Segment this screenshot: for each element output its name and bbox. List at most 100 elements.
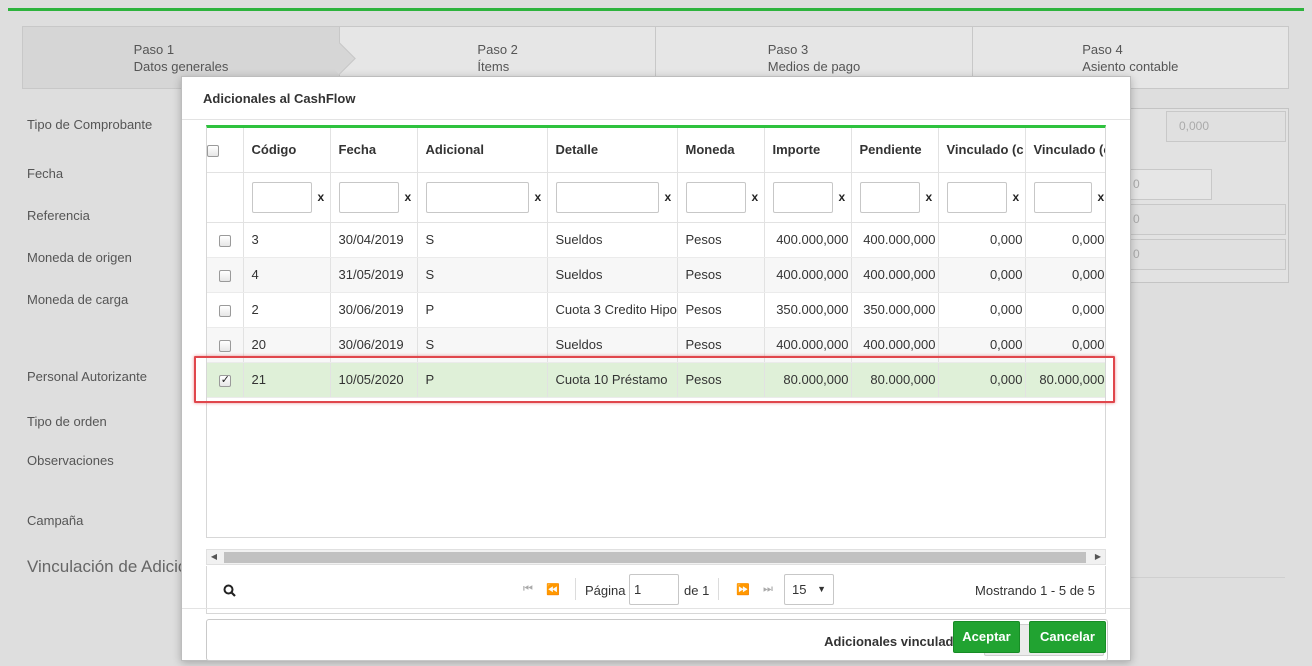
cell-pendiente: 400.000,000: [851, 222, 939, 258]
clear-filter-button[interactable]: x: [1098, 190, 1105, 204]
cell-codigo: 20: [243, 327, 331, 363]
cell-vinculado-2: 0,000: [1025, 292, 1105, 328]
clear-filter-button[interactable]: x: [926, 190, 933, 204]
label-tipo-comprobante: Tipo de Comprobante: [27, 117, 153, 132]
right-input-3[interactable]: 0: [1128, 239, 1286, 270]
column-header-detalle[interactable]: Detalle: [547, 128, 678, 173]
filter-input-adicional[interactable]: [425, 181, 529, 213]
filter-input-pendiente[interactable]: [859, 181, 920, 213]
filter-cell-empty: [207, 172, 244, 223]
table-row[interactable]: 2 30/06/2019 P Cuota 3 Credito Hipotecar…: [207, 292, 1105, 328]
column-header-fecha[interactable]: Fecha: [330, 128, 418, 173]
step-title: Paso 2: [477, 41, 518, 57]
column-header-vinculado-2[interactable]: Vinculado (c: [1025, 128, 1105, 173]
cell-vinculado-1: 0,000: [938, 292, 1026, 328]
filter-cell: x: [764, 172, 852, 223]
table-row-selected[interactable]: 21 10/05/2020 P Cuota 10 Préstamo Pesos …: [207, 362, 1105, 398]
cell-importe: 400.000,000: [764, 222, 852, 258]
clear-filter-button[interactable]: x: [318, 190, 325, 204]
table-row[interactable]: 3 30/04/2019 S Sueldos Pesos 400.000,000…: [207, 222, 1105, 258]
table-row[interactable]: 4 31/05/2019 S Sueldos Pesos 400.000,000…: [207, 257, 1105, 293]
clear-filter-button[interactable]: x: [405, 190, 412, 204]
search-icon[interactable]: [223, 584, 236, 600]
cell-fecha: 30/06/2019: [330, 292, 418, 328]
column-header-codigo[interactable]: Código: [243, 128, 331, 173]
row-checkbox[interactable]: [218, 234, 231, 247]
first-page-icon[interactable]: ⏮: [523, 583, 533, 596]
filter-input-codigo[interactable]: [251, 181, 312, 213]
cell-codigo: 4: [243, 257, 331, 293]
page-number-input[interactable]: 1: [629, 574, 679, 605]
step-subtitle: Asiento contable: [1082, 58, 1179, 74]
row-checkbox[interactable]: [218, 339, 231, 352]
top-accent-line: [8, 8, 1304, 11]
label-personal-autorizante: Personal Autorizante: [27, 369, 147, 384]
cell-vinculado-1: 0,000: [938, 257, 1026, 293]
cancel-button[interactable]: Cancelar: [1029, 621, 1106, 653]
row-checkbox[interactable]: [218, 304, 231, 317]
cell-pendiente: 400.000,000: [851, 327, 939, 363]
page-size-select[interactable]: 15 ▼: [784, 574, 834, 605]
clear-filter-button[interactable]: x: [839, 190, 846, 204]
cell-adicional: P: [417, 292, 548, 328]
clear-filter-button[interactable]: x: [665, 190, 672, 204]
modal-title: Adicionales al CashFlow: [182, 77, 1130, 120]
scrollbar-thumb[interactable]: [224, 552, 1086, 563]
clear-filter-button[interactable]: x: [752, 190, 759, 204]
cell-importe: 400.000,000: [764, 257, 852, 293]
cell-fecha: 30/06/2019: [330, 327, 418, 363]
horizontal-scrollbar[interactable]: ◀ ▶: [206, 549, 1106, 565]
last-page-icon[interactable]: ⏭: [763, 583, 773, 596]
select-all-checkbox[interactable]: [207, 144, 219, 157]
cell-detalle: Sueldos: [547, 327, 678, 363]
column-header-adicional[interactable]: Adicional: [417, 128, 548, 173]
filter-input-moneda[interactable]: [685, 181, 746, 213]
column-header-vinculado-1[interactable]: Vinculado (c: [938, 128, 1026, 173]
scroll-left-icon[interactable]: ◀: [207, 550, 221, 564]
filter-input-importe[interactable]: [772, 181, 833, 213]
table-row[interactable]: 20 30/06/2019 S Sueldos Pesos 400.000,00…: [207, 327, 1105, 363]
column-header-pendiente[interactable]: Pendiente: [851, 128, 939, 173]
cell-fecha: 30/04/2019: [330, 222, 418, 258]
cell-vinculado-1: 0,000: [938, 222, 1026, 258]
pager-divider: [718, 578, 719, 600]
row-checkbox[interactable]: [218, 269, 231, 282]
cell-adicional: P: [417, 362, 548, 398]
select-all-header: [207, 128, 244, 173]
row-checkbox-checked[interactable]: [218, 373, 231, 387]
cell-detalle: Cuota 3 Credito Hipotecario: [547, 292, 678, 328]
row-select-cell: [207, 327, 244, 363]
filter-cell: x: [330, 172, 418, 223]
clear-filter-button[interactable]: x: [1013, 190, 1020, 204]
label-observaciones: Observaciones: [27, 453, 114, 468]
records-summary: Mostrando 1 - 5 de 5: [975, 583, 1095, 598]
filter-cell: x: [851, 172, 939, 223]
scroll-right-icon[interactable]: ▶: [1091, 550, 1105, 564]
cell-codigo: 21: [243, 362, 331, 398]
cell-detalle: Sueldos: [547, 257, 678, 293]
label-moneda-carga: Moneda de carga: [27, 292, 129, 307]
cell-adicional: S: [417, 222, 548, 258]
cell-pendiente: 80.000,000: [851, 362, 939, 398]
prev-page-icon[interactable]: ⏪: [546, 583, 560, 596]
label-moneda-origen: Moneda de origen: [27, 250, 132, 265]
pager: ⏮ ⏪ Página 1 de 1 ⏩ ⏭ 15 ▼ Mostrando 1 -…: [206, 566, 1106, 614]
filter-input-detalle[interactable]: [555, 181, 659, 213]
right-input-1[interactable]: 0: [1128, 169, 1212, 200]
next-page-icon[interactable]: ⏩: [736, 583, 750, 596]
filter-input-vinculado-1[interactable]: [946, 181, 1007, 213]
footer-divider: [182, 608, 1130, 609]
filter-cell: x: [1025, 172, 1105, 223]
column-header-moneda[interactable]: Moneda: [677, 128, 765, 173]
accept-button[interactable]: Aceptar: [953, 621, 1020, 653]
clear-filter-button[interactable]: x: [535, 190, 542, 204]
right-input-2[interactable]: 0: [1128, 204, 1286, 235]
step-subtitle: Datos generales: [133, 58, 229, 74]
cell-fecha: 31/05/2019: [330, 257, 418, 293]
filter-input-vinculado-2[interactable]: [1033, 181, 1092, 213]
cell-importe: 400.000,000: [764, 327, 852, 363]
filter-cell: x: [547, 172, 678, 223]
filter-input-fecha[interactable]: [338, 181, 399, 213]
right-input-total[interactable]: 0,000: [1166, 111, 1286, 142]
column-header-importe[interactable]: Importe: [764, 128, 852, 173]
